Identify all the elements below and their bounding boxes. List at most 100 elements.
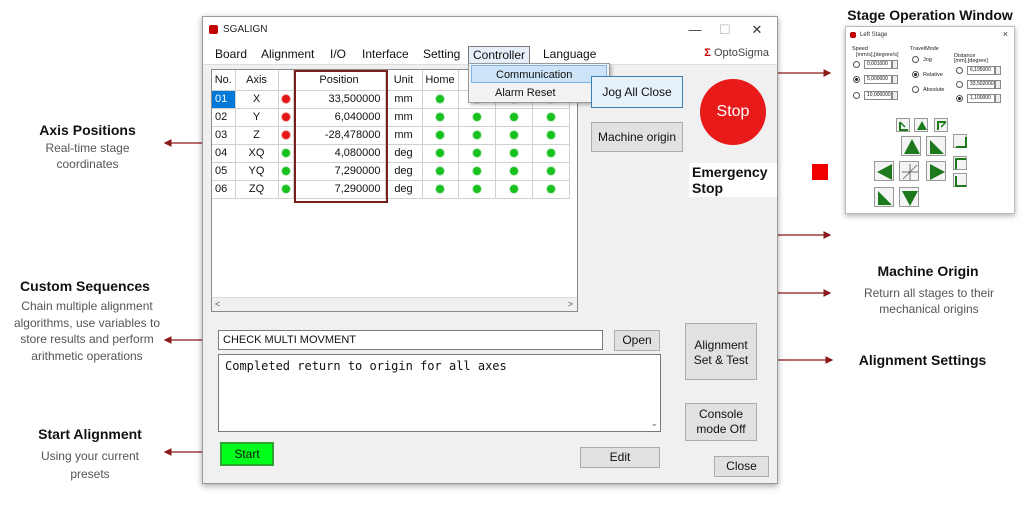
table-row[interactable]: 06 ZQ 7,290000 deg (212, 180, 570, 199)
row-no: 01 (212, 90, 236, 109)
controller-dropdown: Communication Alarm Reset (468, 63, 610, 103)
console-mode-button[interactable]: Console mode Off (685, 403, 757, 441)
logo-text: OptoSigma (713, 47, 769, 59)
green-status-icon (509, 149, 518, 158)
distance-spinner-1[interactable] (995, 66, 1001, 75)
console-scroll-icon[interactable]: ⌄ (650, 418, 658, 429)
distance-radio-2[interactable] (956, 81, 963, 88)
green-status-icon (472, 131, 481, 140)
red-status-icon (281, 131, 290, 140)
menu-item-communication[interactable]: Communication (471, 65, 607, 83)
table-horizontal-scrollbar[interactable]: < > (212, 297, 577, 311)
speed-radio-1[interactable] (853, 61, 860, 68)
distance-spinner-3[interactable] (995, 94, 1001, 103)
row-no: 04 (212, 144, 236, 163)
header-home: Home (422, 70, 459, 91)
menu-controller[interactable]: Controller (468, 46, 531, 64)
app-icon (209, 25, 218, 34)
rotate-z-cw-icon[interactable] (953, 134, 967, 148)
close-icon[interactable]: ✕ (747, 20, 767, 40)
travel-radio-absolute[interactable] (912, 86, 919, 93)
rotate-z-down-icon[interactable] (953, 173, 967, 187)
travel-radio-jog[interactable] (912, 56, 919, 63)
header-status (278, 70, 294, 91)
speed-spinner-2[interactable] (892, 75, 898, 84)
menu-item-alarm-reset[interactable]: Alarm Reset (471, 84, 607, 102)
speed-radio-3[interactable] (853, 92, 860, 99)
jog-all-close-button[interactable]: Jog All Close (591, 76, 683, 108)
maximize-icon[interactable]: ☐ (715, 20, 735, 40)
scroll-left-icon[interactable]: < (215, 299, 220, 309)
distance-radio-1[interactable] (956, 67, 963, 74)
move-left-icon[interactable] (874, 161, 894, 181)
stage-close-icon[interactable]: × (1003, 29, 1008, 39)
distance-input-3[interactable]: 1,100000 (967, 94, 995, 103)
speed-spinner-1[interactable] (892, 60, 898, 69)
move-down-icon[interactable] (899, 187, 919, 207)
row-home (422, 162, 459, 181)
speed-unit: [mm/s],[degree/s] (856, 52, 899, 58)
rotate-ccw-x-icon[interactable] (896, 118, 910, 132)
menu-board[interactable]: Board (211, 46, 251, 64)
green-status-icon (472, 185, 481, 194)
green-status-icon (546, 131, 555, 140)
row-flag-3 (532, 162, 570, 181)
rotate-z-up-icon[interactable] (953, 156, 967, 170)
travel-label-jog: Jog (923, 57, 932, 63)
rotate-cw-x-icon[interactable] (934, 118, 948, 132)
menu-alignment[interactable]: Alignment (257, 46, 318, 64)
table-row[interactable]: 05 YQ 7,290000 deg (212, 162, 570, 181)
sequence-name-field[interactable]: CHECK MULTI MOVMENT (218, 330, 603, 350)
row-unit: deg (385, 144, 423, 163)
travel-label-relative: Relative (923, 72, 943, 78)
table-row[interactable]: 04 XQ 4,080000 deg (212, 144, 570, 163)
green-status-icon (472, 149, 481, 158)
green-status-icon (436, 131, 444, 140)
row-unit: deg (385, 180, 423, 199)
table-row[interactable]: 02 Y 6,040000 mm (212, 108, 570, 127)
axis-positions-subtitle: Real-time stage coordinates (45, 141, 130, 171)
alignment-settings-title: Alignment Settings (858, 352, 987, 368)
speed-radio-2[interactable] (853, 76, 860, 83)
menu-io[interactable]: I/O (326, 46, 350, 64)
speed-spinner-3[interactable] (892, 91, 898, 100)
distance-input-1[interactable]: 6,195000 (967, 66, 995, 75)
row-no: 02 (212, 108, 236, 127)
distance-radio-3[interactable] (956, 95, 963, 102)
rotate-up-icon[interactable] (914, 118, 928, 132)
edit-button[interactable]: Edit (580, 447, 660, 468)
green-status-icon (281, 167, 290, 176)
machine-origin-button[interactable]: Machine origin (591, 122, 683, 152)
row-flag-1 (458, 108, 496, 127)
menu-setting[interactable]: Setting (419, 46, 464, 64)
start-button[interactable]: Start (220, 442, 274, 466)
console-output[interactable]: Completed return to origin for all axes … (218, 354, 661, 432)
green-status-icon (472, 113, 481, 122)
scroll-right-icon[interactable]: > (568, 299, 573, 309)
green-status-icon (546, 149, 555, 158)
alignment-set-test-line2: Set & Test (693, 353, 749, 367)
alignment-set-test-button[interactable]: Alignment Set & Test (685, 323, 757, 380)
table-row[interactable]: 03 Z -28,478000 mm (212, 126, 570, 145)
distance-spinner-2[interactable] (995, 80, 1001, 89)
speed-input-1[interactable]: 0,001000 (864, 60, 892, 69)
move-diag-up-right-icon[interactable] (874, 187, 894, 207)
menu-language[interactable]: Language (539, 46, 600, 64)
move-right-icon[interactable] (926, 161, 946, 181)
speed-input-3[interactable]: 10,000000 (864, 91, 892, 100)
close-button[interactable]: Close (714, 456, 769, 477)
axis-table[interactable]: No. Axis Position Unit Home 01 X 33,500000… (211, 69, 578, 312)
row-axis: ZQ (235, 180, 279, 199)
row-status (278, 108, 294, 127)
alignment-set-test-line1: Alignment (694, 338, 748, 352)
open-button[interactable]: Open (614, 330, 660, 351)
stop-button[interactable]: Stop (700, 79, 766, 145)
minimize-icon[interactable]: — (685, 20, 705, 40)
move-diag-down-left-icon[interactable] (926, 136, 946, 156)
green-status-icon (546, 185, 555, 194)
distance-input-2[interactable]: 33,502000 (967, 80, 995, 89)
move-up-icon[interactable] (901, 136, 921, 156)
speed-input-2[interactable]: 5,000000 (864, 75, 892, 84)
travel-radio-relative[interactable] (912, 71, 919, 78)
menu-interface[interactable]: Interface (358, 46, 413, 64)
